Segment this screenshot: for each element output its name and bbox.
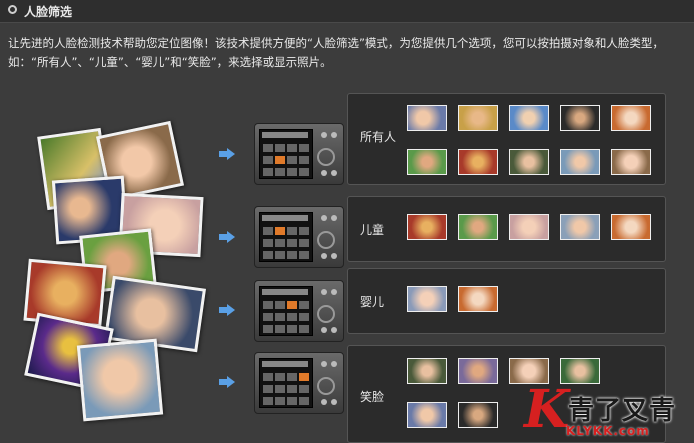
thumbnail bbox=[611, 149, 651, 175]
section-title: 人脸筛选 bbox=[24, 5, 73, 19]
camera-screen bbox=[259, 286, 313, 336]
arrow-icon bbox=[219, 376, 235, 388]
thumbnail bbox=[509, 214, 549, 240]
thumbnail bbox=[611, 105, 651, 131]
section-header: 人脸筛选 bbox=[0, 0, 694, 23]
filter-panel-children: 儿童 bbox=[347, 196, 666, 262]
logo-url-text: KLYKK.com bbox=[566, 424, 650, 438]
arrow-icon bbox=[219, 304, 235, 316]
camera-dial-icon bbox=[317, 305, 335, 323]
thumbnail bbox=[458, 105, 498, 131]
thumbnail bbox=[458, 286, 498, 312]
filter-label-smiles: 笑脸 bbox=[360, 390, 385, 404]
thumbnail bbox=[407, 402, 447, 428]
thumbnail bbox=[407, 105, 447, 131]
filter-label-children: 儿童 bbox=[360, 223, 385, 237]
camera-preview bbox=[254, 123, 344, 185]
camera-dial-icon bbox=[317, 377, 335, 395]
camera-dial-icon bbox=[317, 148, 335, 166]
filter-label-babies: 婴儿 bbox=[360, 295, 385, 309]
thumbnail bbox=[560, 105, 600, 131]
filter-label-all: 所有人 bbox=[360, 130, 397, 144]
thumbnail bbox=[458, 402, 498, 428]
feature-description: 让先进的人脸检测技术帮助您定位图像！该技术提供方便的“人脸筛选”模式，为您提供几… bbox=[8, 36, 664, 69]
logo-chinese-text: 青了叉青 bbox=[568, 396, 677, 426]
thumbnail bbox=[458, 149, 498, 175]
thumbnail bbox=[407, 286, 447, 312]
thumbnail bbox=[611, 214, 651, 240]
filter-panel-babies: 婴儿 bbox=[347, 268, 666, 334]
watermark-logo: K 青了叉青 KLYKK.com bbox=[524, 384, 694, 443]
thumbnail bbox=[560, 149, 600, 175]
filter-panel-all: 所有人 bbox=[347, 93, 666, 185]
camera-preview bbox=[254, 206, 344, 268]
camera-preview bbox=[254, 280, 344, 342]
thumbnail bbox=[560, 214, 600, 240]
collage-photo-couple bbox=[76, 338, 164, 422]
thumbnail bbox=[407, 358, 447, 384]
thumbnail bbox=[509, 105, 549, 131]
arrow-icon bbox=[219, 231, 235, 243]
camera-dial-icon bbox=[317, 231, 335, 249]
arrow-icon bbox=[219, 148, 235, 160]
thumbnail bbox=[407, 149, 447, 175]
thumbnail bbox=[509, 149, 549, 175]
camera-screen bbox=[259, 129, 313, 179]
circle-bullet-icon bbox=[8, 5, 17, 14]
photo-collage bbox=[22, 110, 212, 440]
camera-screen bbox=[259, 212, 313, 262]
camera-preview bbox=[254, 352, 344, 414]
camera-screen bbox=[259, 358, 313, 408]
thumbnail bbox=[458, 214, 498, 240]
logo-k-mark: K bbox=[524, 379, 570, 440]
thumbnail bbox=[407, 214, 447, 240]
thumbnail bbox=[458, 358, 498, 384]
